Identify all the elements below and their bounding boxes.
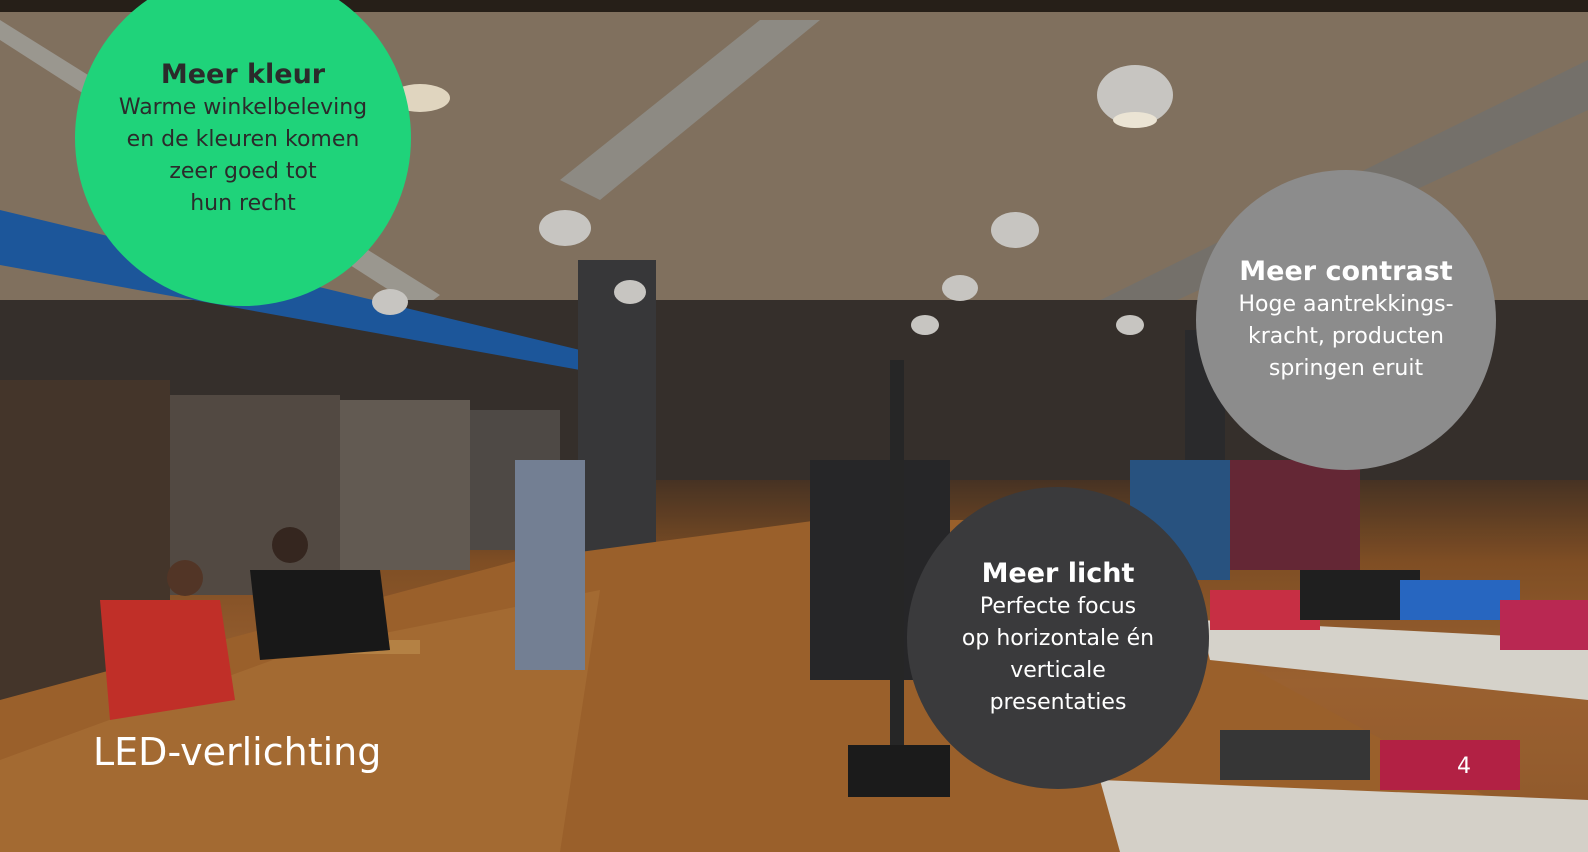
bubble-title: Meer licht	[981, 558, 1135, 589]
bubble-text: Perfecte focus op horizontale én vertica…	[961, 594, 1155, 715]
bubble-title: Meer kleur	[160, 59, 326, 90]
bubble-text: Warme winkelbeleving en de kleuren komen…	[118, 95, 368, 216]
page-number: 4	[1457, 754, 1471, 779]
meer-contrast-bubble: Meer contrast Hoge aantrekkings- kracht,…	[1196, 170, 1496, 470]
bubble-text: Hoge aantrekkings- kracht, producten spr…	[1238, 292, 1454, 381]
page-caption: LED-verlichting	[93, 730, 382, 774]
meer-licht-bubble: Meer licht Perfecte focus op horizontale…	[907, 487, 1209, 789]
bubble-title: Meer contrast	[1239, 256, 1453, 287]
